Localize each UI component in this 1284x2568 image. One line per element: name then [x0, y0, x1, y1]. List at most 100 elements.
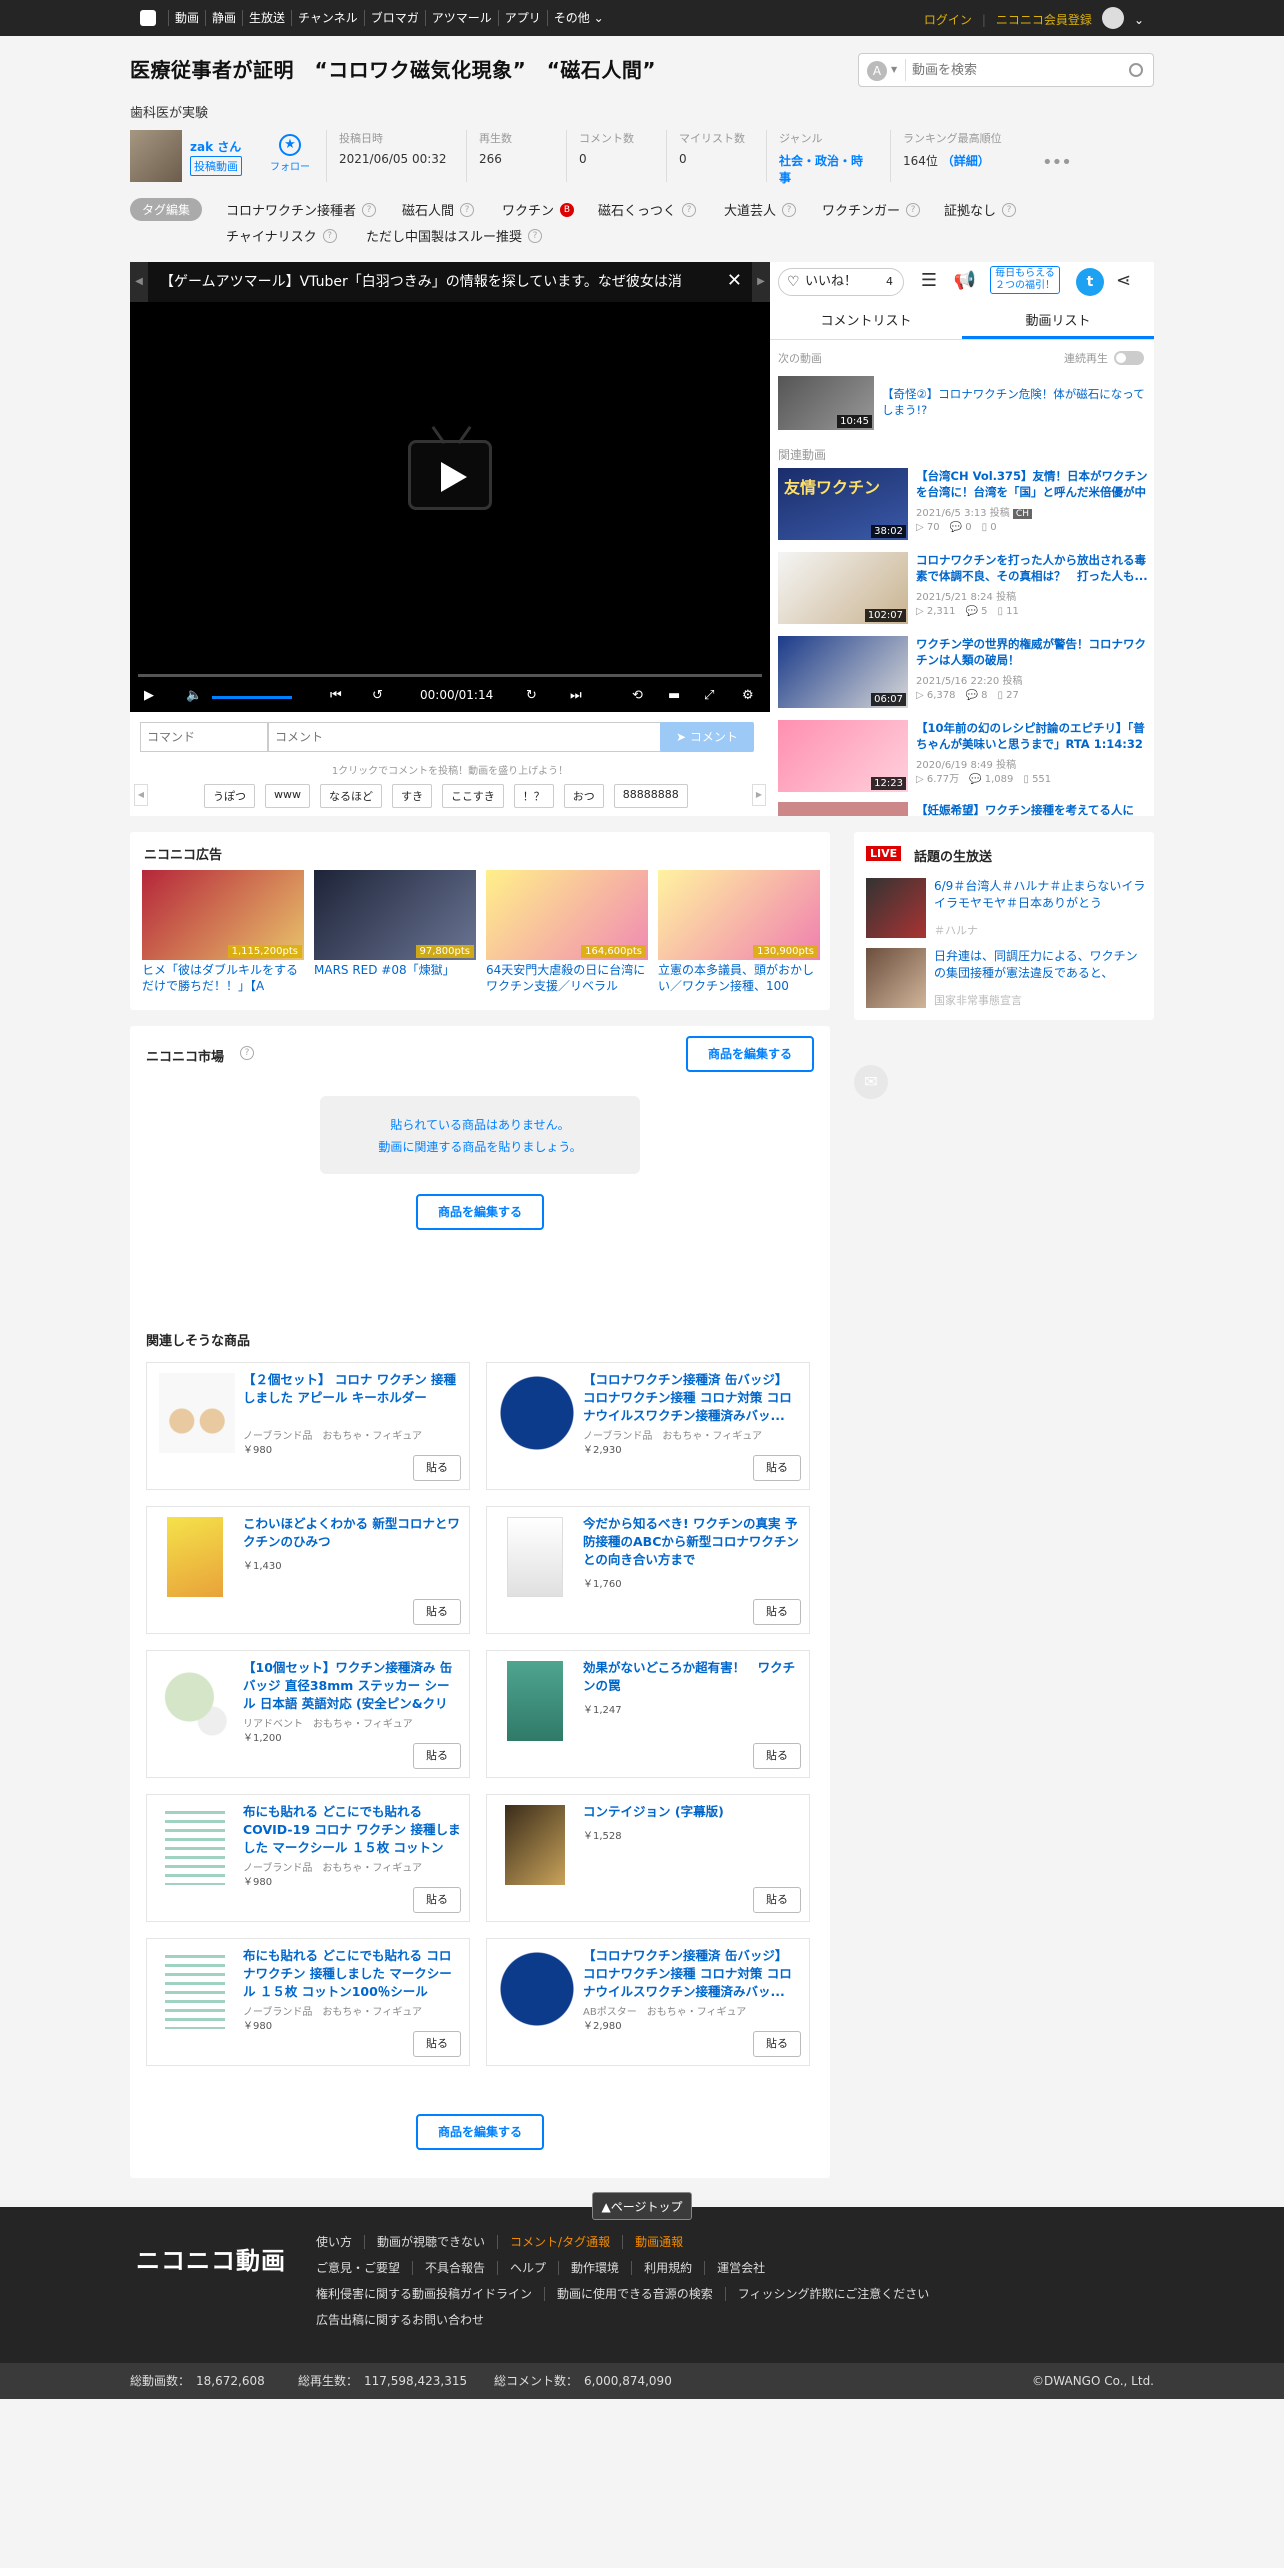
video-thumbnail[interactable]: 12:23 [778, 720, 908, 792]
tag-label[interactable]: コロナワクチン接種者 [226, 200, 356, 219]
footer-logo[interactable]: ニコニコ動画 [136, 2241, 286, 2276]
footer-link[interactable]: 動画が視聴できない [364, 2235, 497, 2249]
ad-title[interactable]: 立憲の本多議員、頭がおかしい／ワクチン接種、100 [658, 962, 820, 994]
footer-link[interactable]: 不具合報告 [412, 2261, 497, 2275]
video-thumbnail[interactable] [778, 802, 908, 816]
related-video-item[interactable]: 12:23 【10年前の幻のレシピ討論のエピチリ】「普ちゃんが美味いと思うまで」… [778, 720, 1148, 796]
more-menu-icon[interactable]: ••• [1042, 152, 1072, 173]
play-icon[interactable]: ▶ [144, 688, 154, 703]
footer-link[interactable]: 使い方 [316, 2235, 364, 2249]
ad-item[interactable]: 164,600pts 64天安門大虐殺の日に台湾にワクチン支援／リベラル [486, 870, 648, 994]
nav-channel[interactable]: チャンネル [291, 10, 364, 26]
product-title[interactable]: 【10個セット】ワクチン接種済み 缶バッジ 直径38mm ステッカー シール 日… [243, 1659, 461, 1713]
product-image[interactable] [505, 1805, 565, 1885]
tag-item[interactable]: 大道芸人? [724, 200, 797, 219]
tag-item[interactable]: 磁石くっつく? [598, 200, 697, 219]
paste-button[interactable]: 貼る [753, 2031, 801, 2057]
related-video-item[interactable]: 【妊娠希望】ワクチン接種を考えてる人に知... [778, 802, 1148, 816]
help-icon[interactable]: ? [240, 1046, 254, 1060]
tab-video-list[interactable]: 動画リスト [962, 304, 1154, 339]
tag-item[interactable]: ワクチン B [502, 200, 575, 219]
product-card[interactable]: コンテイジョン (字幕版) ￥1,528 貼る [486, 1794, 810, 1922]
product-image[interactable] [165, 1805, 225, 1885]
volume-slider[interactable] [212, 696, 292, 699]
tag-label[interactable]: チャイナリスク [226, 226, 317, 245]
product-card[interactable]: 今だから知るべき! ワクチンの真実 予防接種のABCから新型コロナワクチンとの向… [486, 1506, 810, 1634]
quick-comment[interactable]: ！？ [513, 784, 554, 808]
product-title[interactable]: 布にも貼れる どこにでも貼れる コロナワクチン 接種しました マークシール １５… [243, 1947, 461, 2001]
quick-comment[interactable]: おつ [563, 784, 604, 808]
command-input[interactable] [140, 722, 268, 752]
uploader-avatar[interactable] [130, 130, 182, 182]
quick-next-icon[interactable]: ▶ [752, 784, 766, 806]
ad-thumbnail[interactable]: 97,800pts [314, 870, 476, 960]
search-icon[interactable] [1129, 63, 1143, 77]
user-avatar-icon[interactable] [1101, 7, 1124, 29]
edit-products-button[interactable]: 商品を編集する [416, 1194, 544, 1230]
footer-link[interactable]: 動画に使用できる音源の検索 [544, 2287, 725, 2301]
product-card[interactable]: 【２個セット】 コロナ ワクチン 接種しました アピール キーホルダー ノーブラ… [146, 1362, 470, 1490]
video-title-link[interactable]: コロナワクチンを打った人から放出される毒素で体調不良、その真相は？ 打った人も.… [916, 552, 1148, 584]
close-icon[interactable]: ✕ [727, 270, 742, 291]
video-thumbnail[interactable]: 友情ワクチン 38:02 [778, 468, 908, 540]
related-video-item[interactable]: 友情ワクチン 38:02 【台湾CH Vol.375】友情！日本がワクチンを台湾に… [778, 468, 1148, 544]
paste-button[interactable]: 貼る [413, 1455, 461, 1481]
product-image[interactable] [499, 1373, 575, 1453]
product-card[interactable]: こわいほどよくわかる 新型コロナとワクチンのひみつ ￥1,430 貼る [146, 1506, 470, 1634]
niconico-home-icon[interactable] [140, 10, 156, 26]
skip-back-icon[interactable]: ⏮ [330, 688, 342, 703]
ad-item[interactable]: 97,800pts MARS RED #08「煉獄」 [314, 870, 476, 994]
footer-link-report[interactable]: コメント/タグ通報 [497, 2235, 622, 2249]
paste-button[interactable]: 貼る [753, 1455, 801, 1481]
like-button[interactable]: ♡ いいね！ 4 [778, 268, 904, 296]
footer-link[interactable]: 利用規約 [631, 2261, 704, 2275]
nav-other[interactable]: その他 ⌄ [546, 10, 610, 26]
tag-edit-button[interactable]: タグ編集 [130, 198, 203, 221]
related-video-item[interactable]: 102:07 コロナワクチンを打った人から放出される毒素で体調不良、その真相は？… [778, 552, 1148, 628]
paste-button[interactable]: 貼る [413, 1887, 461, 1913]
loop-icon[interactable]: ⟲ [632, 688, 643, 703]
ad-title[interactable]: MARS RED #08「煉獄」 [314, 962, 476, 994]
ad-item[interactable]: 130,900pts 立憲の本多議員、頭がおかしい／ワクチン接種、100 [658, 870, 820, 994]
footer-link[interactable]: 運営会社 [704, 2261, 777, 2275]
tag-item[interactable]: コロナワクチン接種者? [226, 200, 377, 219]
product-image[interactable] [507, 1661, 563, 1741]
share-icon[interactable]: ⋖ [1116, 270, 1131, 291]
help-icon[interactable]: ? [682, 202, 697, 217]
help-icon[interactable]: ? [362, 202, 377, 217]
live-title[interactable]: 6/9＃台湾人＃ハルナ＃止まらないイライラモヤモヤ＃日本ありがとう [934, 878, 1146, 912]
player-banner[interactable]: 【ゲームアツマール】VTuber「白羽つきみ」の情報を探しています。なぜ彼女は消 [130, 262, 770, 302]
fullscreen-icon[interactable]: ⤢ [704, 688, 714, 703]
video-title-link[interactable]: 【10年前の幻のレシピ討論のエピチリ】「普ちゃんが美味いと思うまで」RTA 1:… [916, 720, 1148, 752]
tag-item[interactable]: ただし中国製はスルー推奨? [366, 226, 543, 245]
quick-comment[interactable]: www [265, 784, 310, 808]
help-icon[interactable]: ? [1002, 202, 1017, 217]
page-top-button[interactable]: ▲ページトップ [592, 2192, 692, 2220]
video-title-link[interactable]: 【妊娠希望】ワクチン接種を考えてる人に知... [916, 802, 1148, 816]
daily-lottery-button[interactable]: 毎日もらえる ２つの福引！ [990, 266, 1060, 294]
video-title-link[interactable]: ワクチン学の世界的権威が警告！コロナワクチンは人類の破局！ [916, 636, 1148, 668]
ad-item[interactable]: 1,115,200pts ヒメ「彼はダブルキルをするだけで勝ちだ！！」【A [142, 870, 304, 994]
tag-label[interactable]: ワクチンガー [822, 200, 900, 219]
help-icon[interactable]: ? [460, 202, 475, 217]
nav-live[interactable]: 生放送 [242, 10, 291, 26]
uploader-name[interactable]: zak さん [190, 138, 241, 155]
video-thumbnail[interactable]: 06:07 [778, 636, 908, 708]
chevron-down-icon[interactable]: ▼ [891, 65, 897, 74]
tag-label[interactable]: ただし中国製はスルー推奨 [366, 226, 522, 245]
forward-10-icon[interactable]: ↻ [526, 688, 537, 703]
product-card[interactable]: 【コロナワクチン接種済 缶バッジ】 コロナワクチン接種 コロナ対策 コロナウイル… [486, 1938, 810, 2066]
nav-atsumaru[interactable]: アツマール [424, 10, 498, 26]
paste-button[interactable]: 貼る [413, 2031, 461, 2057]
ranking-detail-link[interactable]: （詳細） [942, 154, 990, 168]
quick-comment[interactable]: ここすき [442, 784, 504, 808]
chevron-down-icon[interactable]: ⌄ [1134, 13, 1144, 27]
product-card[interactable]: 【コロナワクチン接種済 缶バッジ】 コロナワクチン接種 コロナ対策 コロナウイル… [486, 1362, 810, 1490]
live-item[interactable]: 6/9＃台湾人＃ハルナ＃止まらないイライラモヤモヤ＃日本ありがとう ＃ハルナ [866, 878, 1146, 940]
dic-icon[interactable]: B [560, 202, 575, 217]
footer-link[interactable]: 権利侵害に関する動画投稿ガイドライン [316, 2287, 544, 2301]
play-center-icon[interactable] [408, 425, 492, 510]
comment-input[interactable] [268, 722, 668, 752]
quick-comment[interactable]: すき [392, 784, 432, 808]
product-image[interactable] [165, 1949, 225, 2029]
